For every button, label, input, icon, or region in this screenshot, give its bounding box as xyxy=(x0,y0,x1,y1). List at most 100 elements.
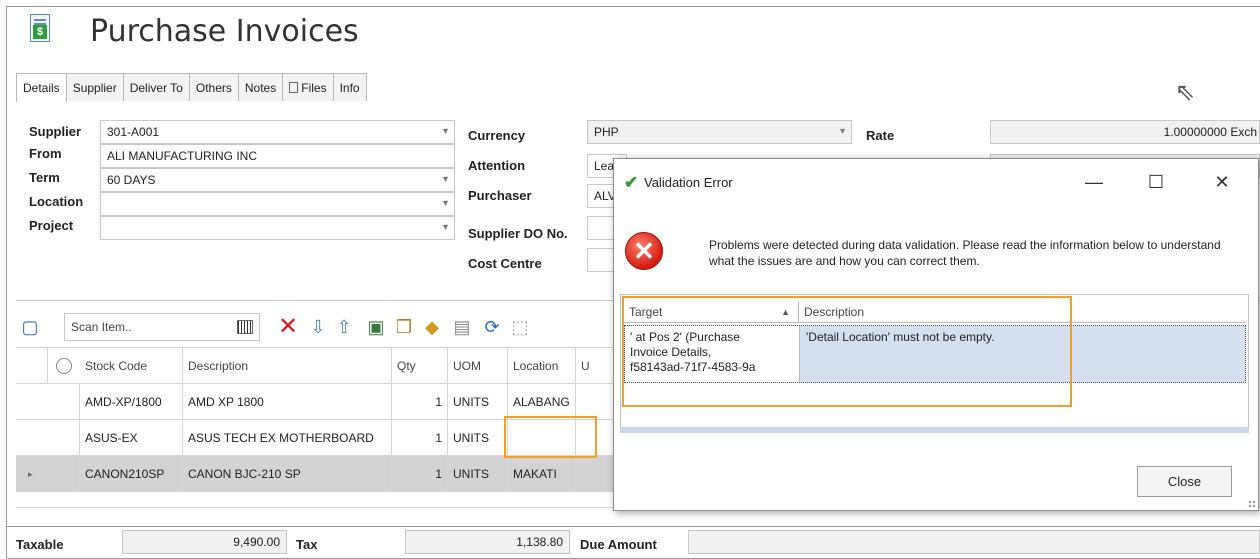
chevron-down-icon: ▾ xyxy=(442,222,448,233)
grid-toolbar: ▢ Scan Item.. ✕ ⇩ ⇧ ▣ ❐ ◆ ▤ ⟳ ⬚ xyxy=(16,313,616,341)
move-up-icon[interactable]: ⇧ xyxy=(334,317,354,337)
tab-files-label: Files xyxy=(301,81,327,95)
maximize-button[interactable]: ☐ xyxy=(1136,167,1176,197)
tab-deliver-to[interactable]: Deliver To xyxy=(122,73,190,101)
new-row-icon[interactable]: ▢ xyxy=(20,317,40,337)
refresh-icon[interactable]: ⟳ xyxy=(482,317,502,337)
tab-others[interactable]: Others xyxy=(188,73,239,101)
project-select[interactable]: ▾ xyxy=(100,216,455,240)
from-field[interactable]: ALI MANUFACTURING INC xyxy=(100,144,455,168)
location-label: Location xyxy=(29,194,84,209)
check-icon: ✔ xyxy=(624,173,639,192)
tab-supplier[interactable]: Supplier xyxy=(65,73,124,101)
validation-error-dialog: ✔ Validation Error — ☐ ✕ ✕ Problems were… xyxy=(613,158,1259,511)
cell-location[interactable]: MAKATI xyxy=(508,456,576,492)
disabled-list-icon: ▤ xyxy=(453,317,471,337)
tab-strip: Details Supplier Deliver To Others Notes… xyxy=(16,73,367,102)
column-stock-code[interactable]: Stock Code xyxy=(80,348,183,384)
rate-suffix: Exch xyxy=(1230,125,1257,139)
table-row[interactable]: AMD-XP/1800 AMD XP 1800 1 UNITS ALABANG xyxy=(16,384,626,420)
resize-grip-icon[interactable] xyxy=(1248,500,1256,508)
supplier-value: 301-A001 xyxy=(107,125,160,139)
taxable-label: Taxable xyxy=(16,537,64,552)
project-label: Project xyxy=(29,218,74,233)
select-all-radio[interactable] xyxy=(56,358,72,374)
chevron-down-icon: ▾ xyxy=(442,126,448,137)
cell-uom[interactable]: UNITS xyxy=(448,456,508,492)
tax-label: Tax xyxy=(296,537,318,552)
chevron-down-icon: ▾ xyxy=(839,126,845,137)
currency-value: PHP xyxy=(594,125,619,139)
cell-description[interactable]: ASUS TECH EX MOTHERBOARD xyxy=(183,420,392,456)
supplier-do-label: Supplier DO No. xyxy=(468,226,568,241)
cell-stock-code[interactable]: CANON210SP xyxy=(80,456,183,492)
grid-header: Stock Code Description Qty UOM Location … xyxy=(16,348,626,384)
supplier-label: Supplier xyxy=(29,124,82,139)
tab-files[interactable]: Files xyxy=(282,73,334,101)
cell-uom[interactable]: UNITS xyxy=(448,420,508,456)
location-select[interactable]: ▾ xyxy=(100,192,455,216)
export-icon: ⬚ xyxy=(511,317,529,337)
copy-icon[interactable]: ❐ xyxy=(394,317,414,337)
close-button[interactable]: Close xyxy=(1137,466,1232,497)
minimize-button[interactable]: — xyxy=(1074,167,1114,197)
due-amount-field xyxy=(688,530,1260,554)
cell-qty[interactable]: 1 xyxy=(392,420,448,456)
tab-details[interactable]: Details xyxy=(16,73,67,102)
tax-field: 1,138.80 xyxy=(405,530,570,554)
dialog-message: Problems were detected during data valid… xyxy=(709,238,1221,268)
row-indicator-icon: ▸ xyxy=(16,456,80,492)
barcode-icon[interactable] xyxy=(237,320,253,334)
table-row-selected[interactable]: ▸ CANON210SP CANON BJC-210 SP 1 UNITS MA… xyxy=(16,456,626,492)
cell-description[interactable]: AMD XP 1800 xyxy=(183,384,392,420)
close-window-button[interactable]: ✕ xyxy=(1202,167,1242,197)
error-icon: ✕ xyxy=(625,232,663,270)
missing-location-highlight xyxy=(504,416,597,458)
rate-label: Rate xyxy=(866,128,895,143)
from-value: ALI MANUFACTURING INC xyxy=(107,149,258,163)
cell-qty[interactable]: 1 xyxy=(392,456,448,492)
cell-stock-code[interactable]: AMD-XP/1800 xyxy=(80,384,183,420)
list-footer-band xyxy=(620,427,1249,433)
from-label: From xyxy=(29,146,62,161)
taxable-field: 9,490.00 xyxy=(122,530,287,554)
cell-qty[interactable]: 1 xyxy=(392,384,448,420)
currency-select[interactable]: PHP ▾ xyxy=(587,120,852,144)
page-title: Purchase Invoices xyxy=(90,14,359,49)
attention-value: Lea xyxy=(594,159,615,173)
invoice-app-icon: $ xyxy=(30,14,50,42)
cell-description[interactable]: CANON BJC-210 SP xyxy=(183,456,392,492)
table-row-empty[interactable] xyxy=(16,492,626,508)
cost-centre-label: Cost Centre xyxy=(468,256,542,271)
currency-label: Currency xyxy=(468,128,526,143)
due-amount-label: Due Amount xyxy=(580,537,657,552)
rate-value: 1.00000000 xyxy=(1163,125,1227,139)
term-select[interactable]: 60 DAYS ▾ xyxy=(100,168,455,192)
package-icon[interactable]: ◆ xyxy=(422,317,442,337)
column-location[interactable]: Location xyxy=(508,348,576,384)
column-uom[interactable]: UOM xyxy=(448,348,508,384)
delete-icon[interactable]: ✕ xyxy=(278,315,298,339)
cell-uom[interactable]: UNITS xyxy=(448,384,508,420)
cell-stock-code[interactable]: ASUS-EX xyxy=(80,420,183,456)
rate-field[interactable]: 1.00000000 Exch xyxy=(990,120,1260,144)
chevron-down-icon: ▾ xyxy=(442,198,448,209)
term-label: Term xyxy=(29,170,60,185)
move-down-icon[interactable]: ⇩ xyxy=(308,317,328,337)
scan-item-placeholder: Scan Item.. xyxy=(71,320,132,334)
error-row-highlight xyxy=(622,296,1072,407)
cell-location[interactable]: ALABANG xyxy=(508,384,576,420)
tab-notes[interactable]: Notes xyxy=(237,73,284,101)
import-icon[interactable]: ▣ xyxy=(366,317,386,337)
attention-label: Attention xyxy=(468,158,526,173)
dialog-title: Validation Error xyxy=(644,175,733,190)
file-icon xyxy=(289,82,299,93)
taxable-value: 9,490.00 xyxy=(233,535,280,549)
purchaser-label: Purchaser xyxy=(468,188,532,203)
supplier-select[interactable]: 301-A001 ▾ xyxy=(100,120,455,144)
column-description[interactable]: Description xyxy=(183,348,392,384)
column-qty[interactable]: Qty xyxy=(392,348,448,384)
scan-item-input[interactable]: Scan Item.. xyxy=(64,313,260,341)
tab-info[interactable]: Info xyxy=(332,73,367,101)
tax-value: 1,138.80 xyxy=(516,535,563,549)
